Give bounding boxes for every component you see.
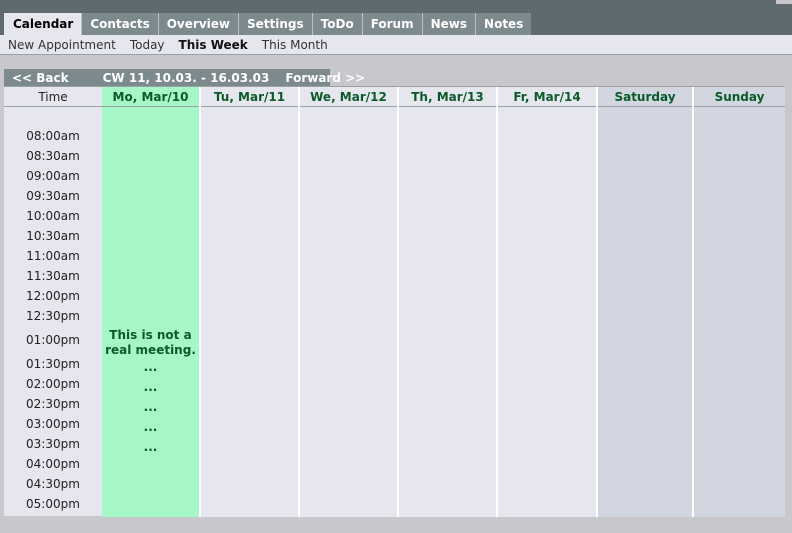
tab-news[interactable]: News	[421, 13, 476, 35]
time-slot-label: 10:30am	[26, 229, 80, 243]
time-slot-label: 01:30pm	[26, 357, 80, 371]
event-continuation: ...	[143, 440, 158, 454]
day-column-wed[interactable]: We, Mar/12	[300, 87, 399, 517]
forward-link[interactable]: Forward >>	[285, 71, 365, 85]
time-slot-label: 08:30am	[26, 149, 80, 163]
main-tabs: Calendar Contacts Overview Settings ToDo…	[4, 13, 532, 35]
time-slot-label: 10:00am	[26, 209, 80, 223]
event-continuation: ...	[143, 400, 158, 414]
top-bar: Calendar Contacts Overview Settings ToDo…	[0, 0, 792, 35]
time-slot-label: 03:30pm	[26, 437, 80, 451]
calendar-subnav: New Appointment Today This Week This Mon…	[0, 35, 792, 55]
time-slot-label: 02:00pm	[26, 377, 80, 391]
day-column-mon[interactable]: Mo, Mar/10 This is not a real meeting. .…	[102, 87, 201, 517]
day-header-wed[interactable]: We, Mar/12	[300, 87, 397, 107]
time-slot-label: 09:30am	[26, 189, 80, 203]
time-slots: 08:00am 08:30am 09:00am 09:30am 10:00am 10:30…	[4, 107, 102, 517]
time-header: Time	[4, 87, 102, 107]
event-continuation: ...	[143, 420, 158, 434]
today-link[interactable]: Today	[130, 38, 165, 52]
day-header-fri[interactable]: Fr, Mar/14	[498, 87, 596, 107]
day-header-thu[interactable]: Th, Mar/13	[399, 87, 496, 107]
tab-todo[interactable]: ToDo	[311, 13, 362, 35]
event-title[interactable]: This is not a real meeting.	[102, 328, 199, 358]
time-slot-label: 04:30pm	[26, 477, 80, 491]
window-corner	[776, 0, 792, 4]
time-slot-label: 11:30am	[26, 269, 80, 283]
tab-calendar[interactable]: Calendar	[4, 13, 82, 35]
event-continuation: ...	[143, 380, 158, 394]
time-column: Time 08:00am 08:30am 09:00am 09:30am 10:00am…	[4, 87, 102, 517]
day-header-mon[interactable]: Mo, Mar/10	[102, 87, 199, 107]
this-week-link[interactable]: This Week	[179, 38, 248, 52]
time-slot-label: 02:30pm	[26, 397, 80, 411]
time-slot-label: 09:00am	[26, 169, 80, 183]
week-calendar: Time 08:00am 08:30am 09:00am 09:30am 10:00am…	[4, 86, 785, 517]
week-navigation: << Back CW 11, 10.03. - 16.03.03 Forward…	[4, 69, 365, 86]
time-slot-label: 04:00pm	[26, 457, 80, 471]
tab-forum[interactable]: Forum	[361, 13, 422, 35]
day-column-thu[interactable]: Th, Mar/13	[399, 87, 498, 517]
tab-notes[interactable]: Notes	[475, 13, 532, 35]
new-appointment-link[interactable]: New Appointment	[8, 38, 116, 52]
day-body-mon[interactable]: This is not a real meeting. ... ... ... …	[102, 107, 199, 517]
time-slot-label: 12:00pm	[26, 289, 80, 303]
this-month-link[interactable]: This Month	[262, 38, 328, 52]
week-label: CW 11, 10.03. - 16.03.03	[102, 70, 270, 85]
tab-overview[interactable]: Overview	[157, 13, 238, 35]
day-header-sat[interactable]: Saturday	[598, 87, 692, 107]
day-column-sun[interactable]: Sunday	[694, 87, 785, 517]
day-column-tue[interactable]: Tu, Mar/11	[201, 87, 300, 517]
event-line-1: This is not a	[109, 328, 192, 342]
day-column-fri[interactable]: Fr, Mar/14	[498, 87, 598, 517]
tab-settings[interactable]: Settings	[237, 13, 312, 35]
time-slot-label: 12:30pm	[26, 309, 80, 323]
back-link[interactable]: << Back	[12, 71, 69, 85]
time-slot-label: 11:00am	[26, 249, 80, 263]
tab-contacts[interactable]: Contacts	[81, 13, 158, 35]
time-slot-label: 05:00pm	[26, 497, 80, 511]
time-slot-label: 03:00pm	[26, 417, 80, 431]
day-header-sun[interactable]: Sunday	[694, 87, 785, 107]
time-slot-label: 01:00pm	[26, 333, 80, 347]
event-continuation: ...	[143, 360, 158, 374]
event-line-2: real meeting.	[105, 343, 196, 357]
day-header-tue[interactable]: Tu, Mar/11	[201, 87, 298, 107]
time-slot-label: 08:00am	[26, 129, 80, 143]
day-column-sat[interactable]: Saturday	[598, 87, 694, 517]
